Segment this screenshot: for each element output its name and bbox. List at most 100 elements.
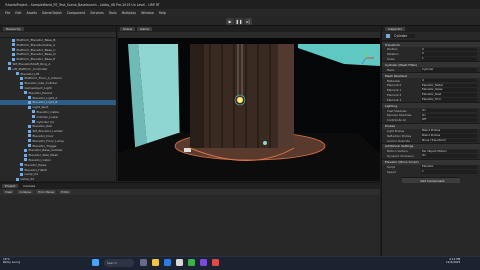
property-value-field[interactable]: Per Object Motion	[421, 149, 477, 154]
property-value-field[interactable]: Blend Probes	[421, 133, 477, 138]
scene-view[interactable]: Scene Game	[118, 26, 380, 181]
menu-gameobject[interactable]: GameObject	[42, 11, 62, 15]
property-row: Element 1 Elevator_Glass	[382, 88, 480, 93]
property-label: Speed	[387, 169, 396, 174]
gameobject-icon	[24, 158, 27, 162]
visual-studio-icon[interactable]	[200, 259, 207, 266]
app-icon[interactable]	[212, 259, 219, 266]
edge-browser-icon[interactable]	[164, 259, 171, 266]
gameobject-icon	[12, 38, 15, 42]
scene-viewport[interactable]	[118, 38, 380, 181]
hierarchy-row-label: Platform_Elevator_Base_D	[16, 52, 56, 57]
hierarchy-row-label: Elevator_Lift	[20, 71, 40, 76]
property-value-field[interactable]: On	[421, 113, 477, 118]
property-value-field[interactable]: None (Transform)	[421, 138, 477, 143]
gameobject-icon	[28, 105, 31, 109]
probe-gizmo-icon[interactable]	[263, 141, 267, 145]
property-row: Script Elevator	[382, 165, 480, 170]
taskbar-clock[interactable]: 4:12 PM 12/4/2023	[446, 257, 461, 265]
property-value-field[interactable]: On	[421, 154, 477, 158]
tab-scene[interactable]: Scene	[120, 27, 136, 31]
task-view-icon[interactable]	[140, 259, 147, 266]
chrome-icon[interactable]	[188, 259, 195, 266]
tab-console[interactable]: Console	[20, 184, 38, 188]
property-value-field[interactable]: 0	[421, 47, 477, 52]
property-row: Element 3 Elevator_Trim	[382, 97, 480, 102]
property-value-field[interactable]: 1	[421, 57, 477, 61]
property-row: Speed 1	[382, 169, 480, 174]
property-label: Cast Shadows	[387, 108, 407, 113]
menu-edit[interactable]: Edit	[15, 11, 21, 15]
title-bar: TutorialProject - SampleWorld_RT_Test_Sc…	[0, 0, 480, 9]
add-component-button[interactable]: Add Component	[402, 177, 460, 184]
shaft-right-shade	[278, 44, 294, 148]
hierarchy-row-label: Platform_Elevator_Base_B	[16, 38, 56, 42]
hierarchy-row[interactable]: Lamp_02	[0, 177, 116, 181]
menu-component[interactable]: Component	[67, 11, 86, 15]
property-label: Script	[387, 164, 396, 169]
property-label: Position	[387, 47, 398, 52]
object-name-field[interactable]: Cylinder	[392, 34, 416, 38]
collapse-button[interactable]: Collapse	[17, 190, 34, 194]
property-row: Position 0	[382, 47, 480, 52]
property-value-field[interactable]: Elevator_Metal	[421, 83, 477, 88]
weather-widget[interactable]: 16°C Partly sunny	[3, 257, 20, 265]
property-value-field[interactable]: Blend Probes	[421, 129, 477, 133]
property-value-field[interactable]: 1	[421, 169, 477, 174]
menu-help[interactable]: Help	[159, 11, 166, 15]
menu-multiplay[interactable]: Multiplay	[122, 11, 137, 15]
property-row: Mesh Cylinder	[382, 67, 480, 72]
property-label: Light Probes	[387, 128, 405, 133]
property-label: Materials	[387, 78, 400, 83]
menu-file[interactable]: File	[5, 11, 10, 15]
property-value-field[interactable]: Elevator_Trim	[421, 97, 477, 102]
property-value-field[interactable]: Elevator_Glass	[421, 88, 477, 92]
gameobject-icon	[20, 86, 23, 90]
property-label: Reflection Probes	[387, 133, 412, 138]
property-value-field[interactable]: Elevator	[421, 165, 477, 169]
property-row: Dynamic Occlusion On	[382, 154, 480, 159]
gameobject-icon	[20, 172, 23, 176]
tab-project[interactable]: Project	[2, 184, 19, 188]
property-row: Element 2 Elevator_Rust	[382, 93, 480, 98]
light-gizmo-icon[interactable]	[237, 97, 243, 103]
menu-tools[interactable]: Tools	[109, 11, 117, 15]
property-value-field[interactable]: 4	[421, 78, 477, 83]
hierarchy-row-label: Platform_Floor_A_Interior	[24, 76, 63, 81]
unity-icon[interactable]	[176, 259, 183, 266]
property-value-field[interactable]: Elevator_Rust	[421, 93, 477, 97]
camera-gizmo-icon[interactable]	[184, 148, 191, 152]
tab-game[interactable]: Game	[137, 27, 153, 31]
window-title: TutorialProject - SampleWorld_RT_Test_Sc…	[5, 2, 160, 7]
play-icon[interactable]: ▶	[226, 18, 234, 25]
property-row: Element 0 Elevator_Metal	[382, 83, 480, 88]
step-icon[interactable]: ▸|	[244, 18, 252, 25]
clear-button[interactable]: Clear	[3, 190, 15, 194]
hierarchy-tab[interactable]: Hierarchy	[3, 27, 24, 31]
file-explorer-icon[interactable]	[152, 259, 159, 266]
property-label: Element 0	[387, 83, 402, 88]
hierarchy-row-label: Elevator_Wall_Mesh	[28, 153, 59, 158]
inspector-tab[interactable]: Inspector	[385, 27, 405, 31]
property-value-field[interactable]: Cylinder	[421, 67, 477, 72]
menu-assets[interactable]: Assets	[27, 11, 37, 15]
property-value-field[interactable]: Off	[421, 118, 477, 122]
pause-icon[interactable]: ❚❚	[235, 18, 243, 25]
clock-date: 12/4/2023	[446, 260, 461, 265]
property-value-field[interactable]: 0	[421, 52, 477, 56]
error-pause-button[interactable]: Error Pause	[36, 190, 57, 194]
property-value-field[interactable]: On	[421, 108, 477, 113]
hierarchy-panel: Hierarchy Platform_Elevator_Base_B Platfo…	[0, 26, 117, 181]
editor-dropdown[interactable]: Editor	[59, 190, 72, 194]
menu-window[interactable]: Window	[141, 11, 154, 15]
windows-start-icon[interactable]	[92, 259, 99, 266]
property-row: Reflection Probes Blend Probes	[382, 133, 480, 138]
menu-services[interactable]: Services	[90, 11, 103, 15]
taskbar-search[interactable]: Search	[104, 259, 134, 267]
gameobject-icon	[24, 91, 27, 95]
property-label: Motion Vectors	[387, 149, 408, 154]
hierarchy-row-label: Elevator_Cab_Collider	[24, 81, 58, 86]
gameobject-icon	[28, 124, 31, 128]
hierarchy-row-label: Elevator_Floor_Lamp	[32, 138, 64, 143]
component-list: Transform Position 0 Rotation 0 Scale 1 Cylinde…	[382, 41, 480, 184]
